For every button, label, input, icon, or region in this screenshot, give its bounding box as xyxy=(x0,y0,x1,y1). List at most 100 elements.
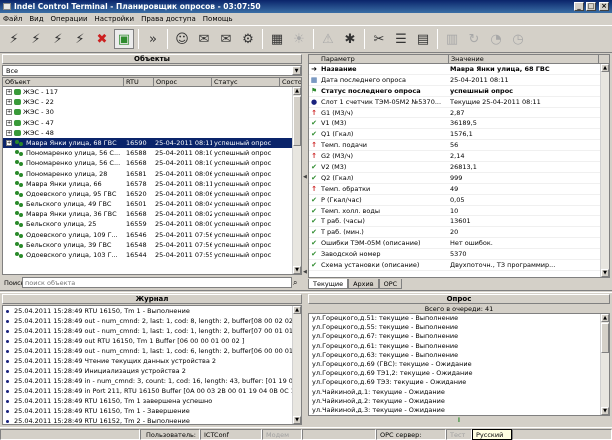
minimize-button[interactable]: _ xyxy=(574,2,584,11)
grip-icon[interactable]: ⦀ xyxy=(308,416,610,425)
col-state[interactable]: Состо xyxy=(280,78,301,87)
clock-icon[interactable]: ◷ xyxy=(508,29,528,49)
poll-scrollbar[interactable]: ▲ ▼ xyxy=(600,314,609,415)
lamp-icon[interactable]: ☀ xyxy=(289,29,309,49)
user-icon[interactable]: ☺ xyxy=(172,29,192,49)
table-row[interactable]: Бельского улица, 25 16559 25-04-2011 08:00… xyxy=(3,219,301,229)
table-row[interactable]: Мавра Янки улица, 68 ГВС 16590 25-04-2011 … xyxy=(3,137,301,149)
scroll-up-icon[interactable]: ▲ xyxy=(601,314,609,322)
message-icon[interactable]: ✉ xyxy=(194,29,214,49)
col-rtu[interactable]: RTU xyxy=(124,78,154,87)
tree-group[interactable]: + ЖЭС - 30 xyxy=(3,107,301,117)
table-row[interactable]: Бельского улица, 39 ГВС 16548 25-04-2011 0… xyxy=(3,240,301,250)
gauge-icon[interactable]: ◔ xyxy=(486,29,506,49)
settings-icon[interactable]: ⚙ xyxy=(238,29,258,49)
param-row[interactable]: ➜ Название Мавра Янки улица, 68 ГВС xyxy=(309,64,609,75)
scroll-down-icon[interactable]: ▼ xyxy=(601,269,609,277)
grid-icon[interactable]: ▦ xyxy=(267,29,287,49)
table-row[interactable]: Пономаренко улица, 56 С... 16568 25-04-201… xyxy=(3,158,301,168)
param-row[interactable]: ✔ Ошибки ТЭМ-05М (описание) Нет ошибок. xyxy=(309,238,609,250)
connect-2-icon[interactable]: ⚡ xyxy=(26,29,46,49)
language-indicator[interactable]: Русский xyxy=(472,428,512,440)
params-scrollbar[interactable]: ▲ ▼ xyxy=(600,64,609,277)
expand-icon[interactable]: + xyxy=(6,109,12,116)
menu-item-1[interactable]: Вид xyxy=(29,13,43,25)
table-row[interactable]: Бельского улица, 49 ГВС 16501 25-04-2011 0… xyxy=(3,199,301,209)
tree-group[interactable]: + ЖЭС - 22 xyxy=(3,97,301,107)
tree-group[interactable]: + ЖЭС - 48 xyxy=(3,128,301,138)
table-icon[interactable]: ▤ xyxy=(413,29,433,49)
param-row[interactable]: ✔ Т раб. (мин.) 20 xyxy=(309,227,609,239)
param-row[interactable]: ▦ Дата последнего опроса 25-04-2011 08:11 xyxy=(309,75,609,86)
scroll-thumb[interactable] xyxy=(601,323,609,353)
param-row[interactable]: ✔ V1 (М3) 36189,5 xyxy=(309,118,609,130)
cut-icon[interactable]: ✂ xyxy=(369,29,389,49)
param-row[interactable]: ✔ Схема установки (описание) Двухпоточн., … xyxy=(309,260,609,271)
col-poll[interactable]: Опрос xyxy=(154,78,212,87)
tab-2[interactable]: OPC xyxy=(378,279,403,289)
search-input[interactable] xyxy=(22,277,292,288)
connect-icon[interactable]: ⚡ xyxy=(4,29,24,49)
warning-icon[interactable]: ⚠ xyxy=(318,29,338,49)
scroll-up-icon[interactable]: ▲ xyxy=(293,87,301,95)
param-row[interactable]: ✔ V2 (М3) 26813,1 xyxy=(309,162,609,173)
param-row[interactable]: ↑ Темп. обратки 49 xyxy=(309,184,609,195)
horizontal-splitter[interactable] xyxy=(0,290,612,293)
expand-icon[interactable]: + xyxy=(6,89,12,95)
menu-item-0[interactable]: Файл xyxy=(3,13,22,25)
filter-select[interactable]: Все ▼ xyxy=(2,65,302,76)
menu-item-2[interactable]: Операции xyxy=(51,13,88,25)
param-row[interactable]: ✔ Т раб. (часы) 13601 xyxy=(309,216,609,228)
tree-group[interactable]: + ЖЭС - 117 xyxy=(3,87,301,97)
tools-icon[interactable]: ✱ xyxy=(340,29,360,49)
table-row[interactable]: Одоевского улица, 103 Г... 16544 25-04-201… xyxy=(3,250,301,260)
table-row[interactable]: Мавра Янки улица, 36 ГВС 16568 25-04-2011 … xyxy=(3,209,301,219)
table-row[interactable]: Одоевского улица, 109 Г... 16546 25-04-201… xyxy=(3,230,301,240)
param-row[interactable]: ✔ Q2 (Гкал) 999 xyxy=(309,173,609,184)
menu-item-5[interactable]: Помощь xyxy=(203,13,233,25)
param-row[interactable]: ↑ G1 (М3/ч) 2,87 xyxy=(309,108,609,119)
col-status[interactable]: Статус xyxy=(212,78,280,87)
refresh-icon[interactable]: ↻ xyxy=(464,29,484,49)
expand-icon[interactable]: + xyxy=(6,119,12,126)
expand-icon[interactable]: + xyxy=(6,99,12,106)
template-icon[interactable]: ☰ xyxy=(391,29,411,49)
arrow-left-icon[interactable]: ◀ xyxy=(303,174,307,180)
expand-icon[interactable]: + xyxy=(6,139,12,146)
close-button[interactable]: × xyxy=(599,2,609,11)
col-value[interactable]: Значение xyxy=(449,55,599,64)
disconnect-icon[interactable]: ✖ xyxy=(92,29,112,49)
param-row[interactable]: ✔ Темп. холл. воды 10 xyxy=(309,206,609,217)
tab-0[interactable]: Текущие xyxy=(308,279,349,289)
param-row[interactable]: ✔ P (Гкал/час) 0,05 xyxy=(309,195,609,206)
overflow-icon[interactable]: » xyxy=(143,29,163,49)
table-row[interactable]: Мавра Янки улица, 66 16578 25-04-2011 08:1… xyxy=(3,179,301,189)
param-row[interactable]: ● Слот 1 счетчик ТЭМ-05М2 №5370... Текущие… xyxy=(309,97,609,108)
arrow-left-icon-2[interactable]: ◀ xyxy=(303,269,307,275)
module-icon[interactable]: ▣ xyxy=(114,29,134,49)
connect-3-icon[interactable]: ⚡ xyxy=(48,29,68,49)
report-icon[interactable]: ▥ xyxy=(442,29,462,49)
param-row[interactable]: ✔ Заводской номер 5370 xyxy=(309,249,609,261)
scroll-down-icon[interactable]: ▼ xyxy=(601,407,609,415)
menu-item-4[interactable]: Права доступа xyxy=(141,13,196,25)
param-row[interactable]: ↑ G2 (М3/ч) 2,14 xyxy=(309,151,609,163)
col-object[interactable]: Объект xyxy=(3,78,124,87)
scroll-down-icon[interactable]: ▼ xyxy=(293,266,301,274)
search-icon[interactable]: ⌕ xyxy=(293,278,297,288)
maximize-button[interactable]: □ xyxy=(586,2,596,11)
tree-group[interactable]: + ЖЭС - 47 xyxy=(3,118,301,128)
table-row[interactable]: Пономаренко улица, 28 16581 25-04-2011 08:… xyxy=(3,169,301,179)
chevron-down-icon[interactable]: ▼ xyxy=(292,66,301,75)
vertical-splitter[interactable]: ◀ ◀ xyxy=(303,54,307,290)
connect-4-icon[interactable]: ⚡ xyxy=(70,29,90,49)
tab-1[interactable]: Архив xyxy=(348,279,379,289)
col-param[interactable]: Параметр xyxy=(319,55,449,64)
journal-scrollbar[interactable]: ▲ ▼ xyxy=(292,306,301,424)
mail-icon[interactable]: ✉ xyxy=(216,29,236,49)
param-row[interactable]: ✔ Q1 (Гкал) 1576,1 xyxy=(309,129,609,141)
table-row[interactable]: Одоевского улица, 95 ГВС 16520 25-04-2011 … xyxy=(3,189,301,199)
table-row[interactable]: Пономаренко улица, 56 С... 16588 25-04-201… xyxy=(3,148,301,158)
scroll-down-icon[interactable]: ▼ xyxy=(293,416,301,424)
scroll-up-icon[interactable]: ▲ xyxy=(601,64,609,72)
